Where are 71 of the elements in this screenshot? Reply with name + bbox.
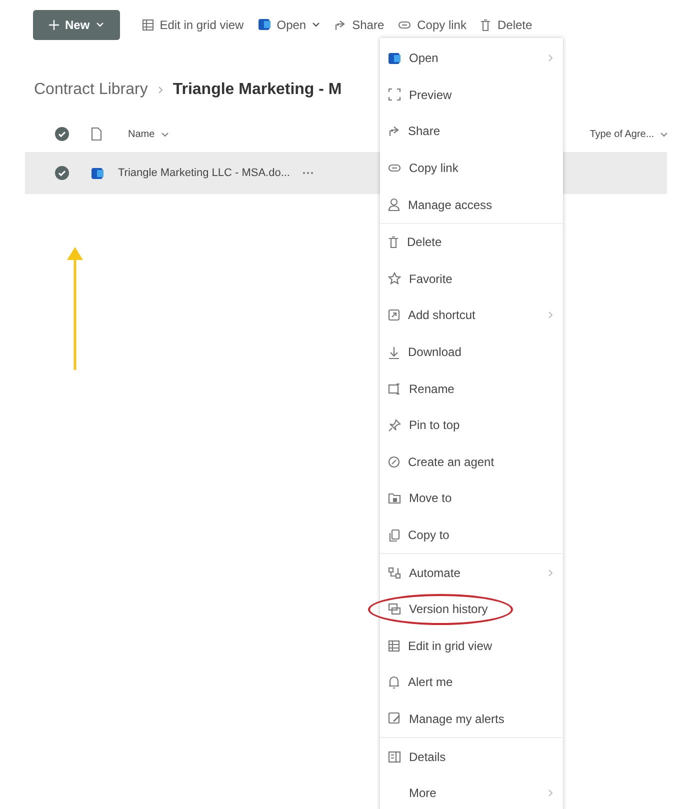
menu-item[interactable]: Details [380,738,563,775]
flow-icon [388,566,401,579]
file-name[interactable]: Triangle Marketing LLC - MSA.do... [118,164,290,182]
menu-item[interactable]: Download [380,334,563,370]
grid-icon [142,18,154,30]
checkmark-icon[interactable] [55,166,69,180]
chevron-down-icon [660,132,668,136]
folder-move-icon [388,492,401,504]
pin-icon [388,418,401,432]
history-icon [388,603,401,616]
menu-item[interactable]: Create an agent [380,444,563,480]
menu-item[interactable]: More [380,774,563,809]
rename-icon [388,382,401,395]
menu-item[interactable]: Automate [380,554,563,591]
breadcrumb-link[interactable]: Contract Library [34,78,148,102]
grid-icon [388,640,400,652]
share-icon [334,18,346,30]
delete-button[interactable]: Delete [480,16,532,34]
menu-item[interactable]: Manage my alerts [380,700,563,738]
menu-item[interactable]: Version history [380,590,563,628]
column-header[interactable]: Type of Agre... [590,126,654,142]
preview-icon [388,88,401,102]
details-icon [388,750,401,763]
plus-icon [49,20,59,30]
menu-item[interactable]: Alert me [380,664,563,701]
chevron-right-icon [548,54,553,62]
agent-icon [388,456,400,468]
menu-item[interactable]: Preview [380,76,563,114]
checkmark-icon[interactable] [55,127,69,141]
menu-item[interactable]: Copy to [380,516,563,554]
menu-item[interactable]: Rename [380,370,563,407]
link-icon [398,20,412,28]
chevron-down-icon [160,132,169,136]
menu-item[interactable]: Add shortcut [380,297,563,334]
trash-icon [388,236,399,248]
menu-item[interactable]: Favorite [380,260,563,298]
column-header[interactable]: Name [128,126,155,142]
word-icon [388,52,401,65]
menu-item[interactable]: Copy link [380,150,563,186]
chevron-right-icon [158,86,163,94]
share-icon [388,125,400,138]
menu-item[interactable]: Open [380,40,563,77]
more-icon [302,171,314,175]
grid-button[interactable]: Edit in grid view [142,16,244,34]
copy-icon [388,528,400,542]
chevron-right-icon [548,311,553,320]
new-button[interactable]: New [33,10,120,40]
bell-icon [388,676,400,689]
share-button[interactable]: Share [334,16,384,34]
chevron-right-icon [548,789,553,798]
chevron-down-icon [312,22,320,27]
chevron-right-icon [548,568,553,577]
menu-item[interactable]: Delete [380,224,563,261]
open-button[interactable]: Open [258,16,320,34]
chevron-down-icon [96,22,104,27]
word-file-icon [91,166,104,180]
file-icon [91,127,102,141]
link-icon [388,164,401,172]
link-button[interactable]: Copy link [398,16,466,34]
menu-item[interactable]: Move to [380,480,563,517]
download-icon [388,346,400,359]
star-icon [388,272,401,286]
word-icon [258,18,271,31]
bell-edit-icon [388,712,401,726]
menu-item[interactable]: Edit in grid view [380,628,563,664]
menu-item[interactable]: Pin to top [380,406,563,444]
breadcrumb-current: Triangle Marketing - M [172,80,342,100]
menu-item[interactable]: Share [380,113,563,150]
shortcut-icon [388,309,400,322]
trash-icon [480,18,492,30]
person-icon [388,198,400,212]
